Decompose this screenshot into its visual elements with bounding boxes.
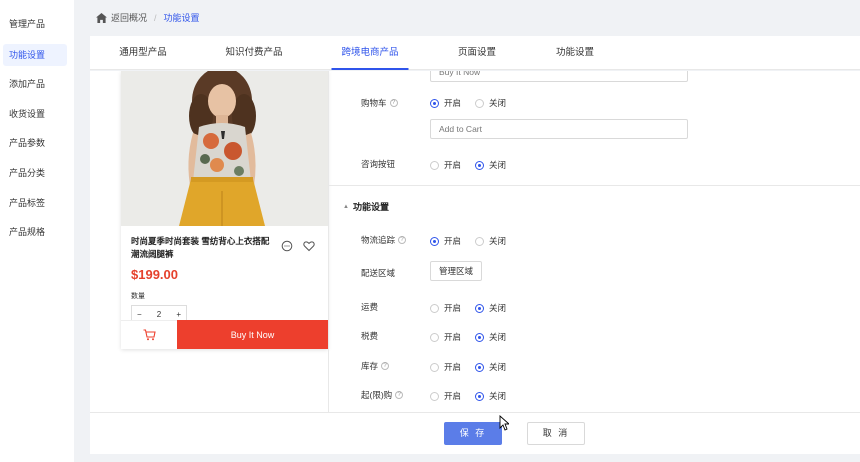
sidebar-item-manage-products[interactable]: 管理产品 bbox=[3, 13, 67, 35]
product-preview-card: 时尚夏季时尚套装 雪纺背心上衣搭配潮流阔腿裤 $199.00 数量 − 2 + … bbox=[121, 71, 328, 349]
sidebar: 管理产品 功能设置 添加产品 收货设置 产品参数 产品分类 产品标签 产品规格 bbox=[0, 0, 74, 462]
consult-on-radio[interactable]: 开启 bbox=[430, 159, 461, 171]
sidebar-item-product-tags[interactable]: 产品标签 bbox=[3, 192, 67, 214]
tracking-label: 物流追踪? bbox=[361, 234, 407, 246]
tax-label: 税费 bbox=[361, 331, 379, 341]
quantity-label: 数量 bbox=[131, 293, 145, 300]
section-divider bbox=[329, 185, 860, 186]
mouse-cursor-icon bbox=[499, 415, 509, 431]
breadcrumb-current: 功能设置 bbox=[163, 13, 200, 23]
delivery-area-label: 配送区域 bbox=[361, 268, 396, 278]
caret-icon: ▲ bbox=[343, 203, 349, 210]
sidebar-item-product-specs[interactable]: 产品规格 bbox=[3, 221, 67, 243]
settings-panel: 时尚夏季时尚套装 雪纺背心上衣搭配潮流阔腿裤 $199.00 数量 − 2 + … bbox=[90, 71, 860, 412]
heart-icon[interactable] bbox=[303, 240, 315, 252]
cart-label: 购物车? bbox=[361, 97, 398, 109]
feature-settings-section-title[interactable]: ▲ 功能设置 bbox=[343, 200, 389, 213]
cart-on-radio[interactable]: 开启 bbox=[430, 97, 461, 109]
product-price: $199.00 bbox=[131, 267, 178, 282]
tax-on-radio[interactable]: 开启 bbox=[430, 331, 461, 343]
consult-off-radio[interactable]: 关闭 bbox=[475, 159, 506, 171]
limit-purchase-label: 起(限)购? bbox=[361, 389, 404, 401]
tab-cross-border-product[interactable]: 跨境电商产品 bbox=[331, 36, 409, 70]
sidebar-item-product-category[interactable]: 产品分类 bbox=[3, 162, 67, 184]
sidebar-item-receiving-settings[interactable]: 收货设置 bbox=[3, 103, 67, 125]
product-title: 时尚夏季时尚套装 雪纺背心上衣搭配潮流阔腿裤 bbox=[131, 236, 270, 259]
consult-button-label: 咨询按钮 bbox=[361, 159, 396, 169]
cart-icon bbox=[143, 329, 156, 341]
shipping-off-radio[interactable]: 关闭 bbox=[475, 302, 506, 314]
buy-it-now-button[interactable]: Buy It Now bbox=[177, 320, 328, 349]
help-icon[interactable]: ? bbox=[398, 236, 407, 244]
quantity-value: 2 bbox=[156, 309, 162, 319]
tab-page-settings[interactable]: 页面设置 bbox=[458, 36, 496, 70]
help-icon[interactable]: ? bbox=[381, 362, 390, 370]
limit-on-radio[interactable]: 开启 bbox=[430, 390, 461, 402]
tab-general-product[interactable]: 通用型产品 bbox=[119, 36, 167, 70]
save-button[interactable]: 保 存 bbox=[444, 422, 502, 445]
model-illustration bbox=[121, 71, 328, 226]
sidebar-item-product-params[interactable]: 产品参数 bbox=[3, 132, 67, 154]
quantity-increase-button[interactable]: + bbox=[176, 310, 181, 319]
help-icon[interactable]: ? bbox=[395, 391, 404, 399]
stock-on-radio[interactable]: 开启 bbox=[430, 361, 461, 373]
cart-button-text-input[interactable]: Add to Cart bbox=[430, 119, 688, 139]
limit-off-radio[interactable]: 关闭 bbox=[475, 390, 506, 402]
shipping-on-radio[interactable]: 开启 bbox=[430, 302, 461, 314]
add-to-cart-button[interactable] bbox=[121, 320, 177, 349]
tab-feature-settings[interactable]: 功能设置 bbox=[556, 36, 594, 70]
tracking-off-radio[interactable]: 关闭 bbox=[475, 235, 506, 247]
action-footer: 保 存 取 消 bbox=[90, 412, 860, 454]
tax-off-radio[interactable]: 关闭 bbox=[475, 331, 506, 343]
panel-divider bbox=[328, 71, 329, 412]
stock-off-radio[interactable]: 关闭 bbox=[475, 361, 506, 373]
tab-knowledge-product[interactable]: 知识付费产品 bbox=[225, 36, 282, 70]
shipping-label: 运费 bbox=[361, 302, 379, 312]
breadcrumb: 返回概况 / 功能设置 bbox=[90, 5, 860, 30]
home-icon[interactable] bbox=[96, 12, 107, 23]
tracking-on-radio[interactable]: 开启 bbox=[430, 235, 461, 247]
cancel-button[interactable]: 取 消 bbox=[527, 422, 585, 445]
buy-button-text-input[interactable]: Buy It Now bbox=[430, 71, 688, 82]
product-type-tabs: 通用型产品 知识付费产品 跨境电商产品 页面设置 功能设置 bbox=[90, 36, 860, 70]
product-photo bbox=[121, 71, 328, 226]
cart-off-radio[interactable]: 关闭 bbox=[475, 97, 506, 109]
help-icon[interactable]: ? bbox=[389, 99, 398, 107]
sidebar-item-feature-settings[interactable]: 功能设置 bbox=[3, 44, 67, 66]
chat-icon[interactable] bbox=[281, 240, 293, 252]
breadcrumb-separator: / bbox=[154, 12, 157, 23]
breadcrumb-back-link[interactable]: 返回概况 bbox=[111, 11, 147, 24]
stock-label: 库存? bbox=[361, 360, 390, 372]
quantity-decrease-button[interactable]: − bbox=[137, 310, 142, 319]
manage-area-button[interactable]: 管理区域 bbox=[430, 261, 482, 281]
sidebar-item-add-product[interactable]: 添加产品 bbox=[3, 73, 67, 95]
